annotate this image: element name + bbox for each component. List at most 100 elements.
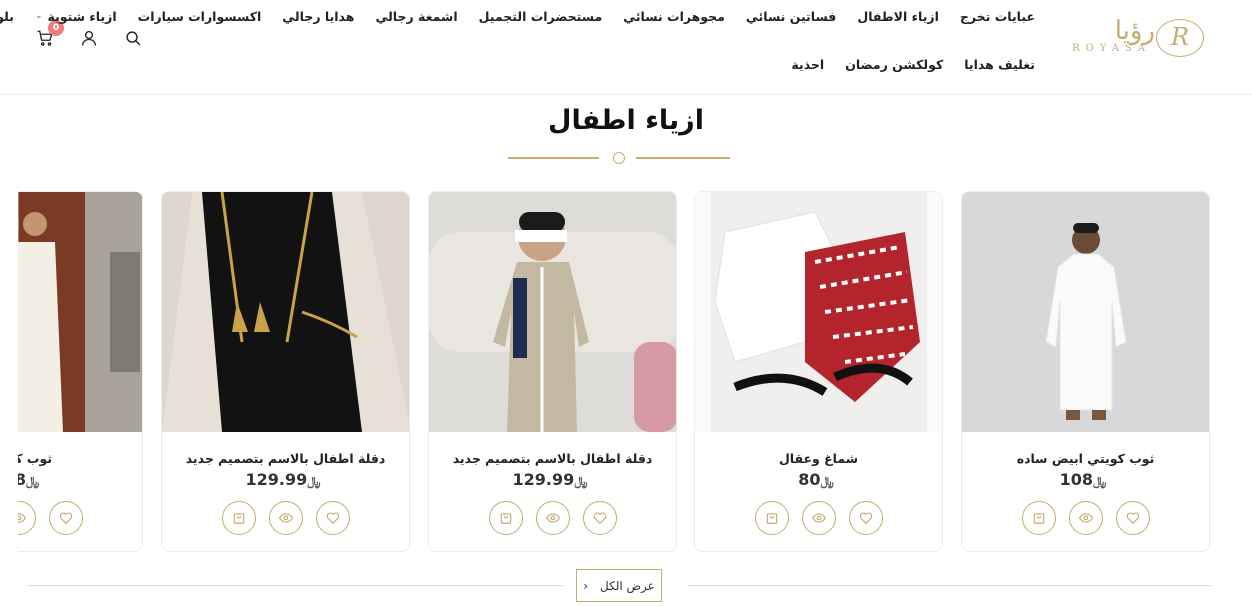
divider-line-right bbox=[636, 157, 730, 159]
product-card[interactable]: ثوب كويتي ابيض ساده 108﷼ bbox=[961, 191, 1210, 552]
wishlist-button[interactable] bbox=[315, 501, 350, 535]
product-price: 129.99﷼ bbox=[429, 470, 676, 489]
divider-line-left bbox=[508, 157, 599, 159]
view-all-line-left bbox=[27, 585, 563, 586]
nav-row-2: تغليف هدايا كولكشن رمضان احذية bbox=[175, 54, 1035, 74]
quick-view-button[interactable] bbox=[18, 501, 36, 535]
wishlist-button[interactable] bbox=[582, 501, 617, 535]
currency-icon: ﷼ bbox=[1093, 474, 1107, 488]
heart-icon bbox=[326, 512, 339, 525]
product-image[interactable] bbox=[18, 192, 142, 432]
price-value: 108 bbox=[18, 470, 26, 489]
product-name[interactable]: دقلة اطفال بالاسم بتصميم جديد bbox=[429, 451, 676, 466]
search-icon bbox=[125, 30, 140, 45]
currency-icon: ﷼ bbox=[26, 474, 40, 488]
price-value: 108 bbox=[1059, 470, 1094, 489]
quick-view-button[interactable] bbox=[535, 501, 570, 535]
product-image[interactable] bbox=[429, 192, 676, 432]
add-to-cart-button[interactable] bbox=[1021, 501, 1056, 535]
nav-item-kids-fashion[interactable]: ازياء الاطفال bbox=[857, 9, 939, 24]
chevron-right-icon: › bbox=[583, 578, 588, 593]
price-value: 80 bbox=[798, 470, 821, 489]
wishlist-button[interactable] bbox=[48, 501, 83, 535]
product-price: 129.99﷼ bbox=[162, 470, 409, 489]
product-card[interactable]: دقلة اطفال بالاسم بتصميم جديد 129.99﷼ bbox=[428, 191, 677, 552]
nav-item-shoes[interactable]: احذية bbox=[791, 57, 824, 72]
product-actions bbox=[162, 501, 409, 535]
page: 0 عبايات تخرج ازياء الاطفال فساتين نسائي… bbox=[0, 0, 1252, 607]
eye-icon bbox=[811, 513, 826, 523]
account-button[interactable] bbox=[79, 28, 99, 48]
heart-icon bbox=[1126, 512, 1139, 525]
currency-icon: ﷼ bbox=[307, 474, 321, 488]
title-divider bbox=[508, 151, 730, 165]
nav-item-women-dresses[interactable]: فساتين نسائي bbox=[746, 9, 836, 24]
chevron-down-icon: ⌄ bbox=[34, 11, 43, 21]
product-card[interactable]: ثوب كويتي 108﷼ bbox=[18, 191, 143, 552]
cart-button[interactable]: 0 bbox=[35, 20, 64, 48]
product-carousel: ثوب كويتي ابيض ساده 108﷼ شماغ وعقال 80﷼ … bbox=[18, 191, 1218, 553]
currency-icon: ﷼ bbox=[574, 474, 588, 488]
header-icons: 0 bbox=[35, 20, 143, 48]
product-name[interactable]: ثوب كويتي ابيض ساده bbox=[962, 451, 1209, 466]
bag-icon bbox=[233, 513, 244, 524]
product-image[interactable] bbox=[162, 192, 409, 432]
logo-arabic-text: رؤيا bbox=[1114, 16, 1155, 46]
quick-view-button[interactable] bbox=[268, 501, 303, 535]
add-to-cart-button[interactable] bbox=[754, 501, 789, 535]
product-image[interactable] bbox=[962, 192, 1209, 432]
quick-view-button[interactable] bbox=[801, 501, 836, 535]
view-all-label: عرض الكل bbox=[600, 578, 655, 593]
price-value: 129.99 bbox=[245, 470, 308, 489]
product-image[interactable] bbox=[695, 192, 942, 432]
nav-item-pullovers[interactable]: بلوفرات bbox=[0, 9, 14, 24]
product-name[interactable]: ثوب كويتي bbox=[18, 451, 142, 466]
product-price: 80﷼ bbox=[695, 470, 942, 489]
eye-icon bbox=[545, 513, 560, 523]
product-name[interactable]: شماغ وعقال bbox=[695, 451, 942, 466]
eye-icon bbox=[278, 513, 293, 523]
nav-item-graduation-abayas[interactable]: عبايات تخرج bbox=[960, 9, 1035, 24]
add-to-cart-button[interactable] bbox=[488, 501, 523, 535]
divider-dot bbox=[613, 152, 625, 164]
view-all-line-right bbox=[688, 585, 1211, 586]
nav-item-men-shemaghs[interactable]: اشمغة رجالي bbox=[375, 9, 457, 24]
bag-icon bbox=[1033, 513, 1044, 524]
product-price: 108﷼ bbox=[18, 470, 142, 489]
quick-view-button[interactable] bbox=[1068, 501, 1103, 535]
product-actions bbox=[695, 501, 942, 535]
logo-latin-text: ROYASA bbox=[1072, 43, 1151, 54]
section-title: ازياء اطفال bbox=[548, 105, 704, 136]
price-value: 129.99 bbox=[512, 470, 575, 489]
user-icon bbox=[81, 30, 97, 46]
product-actions bbox=[962, 501, 1209, 535]
nav-item-car-accessories[interactable]: اكسسوارات سيارات bbox=[138, 9, 262, 24]
currency-icon: ﷼ bbox=[820, 474, 834, 488]
wishlist-button[interactable] bbox=[1115, 501, 1150, 535]
wishlist-button[interactable] bbox=[848, 501, 883, 535]
nav-item-winter-fashion[interactable]: ازياء شتوية ⌄ bbox=[35, 9, 117, 24]
nav-item-men-gifts[interactable]: هدايا رجالي bbox=[282, 9, 354, 24]
product-price: 108﷼ bbox=[962, 470, 1209, 489]
nav-item-gift-wrapping[interactable]: تغليف هدايا bbox=[964, 57, 1035, 72]
heart-icon bbox=[859, 512, 872, 525]
eye-icon bbox=[1078, 513, 1093, 523]
heart-icon bbox=[59, 512, 72, 525]
main-nav: عبايات تخرج ازياء الاطفال فساتين نسائي م… bbox=[0, 0, 1035, 74]
add-to-cart-button[interactable] bbox=[221, 501, 256, 535]
product-actions bbox=[18, 501, 142, 535]
product-card[interactable]: شماغ وعقال 80﷼ bbox=[694, 191, 943, 552]
nav-item-women-jewelry[interactable]: مجوهرات نسائي bbox=[623, 9, 725, 24]
nav-item-winter-fashion-label: ازياء شتوية bbox=[47, 8, 117, 24]
product-name[interactable]: دقلة اطفال بالاسم بتصميم جديد bbox=[162, 451, 409, 466]
product-card[interactable]: دقلة اطفال بالاسم بتصميم جديد 129.99﷼ bbox=[161, 191, 410, 552]
heart-icon bbox=[593, 512, 606, 525]
site-header: 0 عبايات تخرج ازياء الاطفال فساتين نسائي… bbox=[0, 0, 1252, 95]
nav-item-ramadan-collection[interactable]: كولكشن رمضان bbox=[845, 57, 943, 72]
search-button[interactable] bbox=[123, 28, 143, 48]
site-logo[interactable]: رؤيا ROYASA R bbox=[1062, 16, 1207, 60]
logo-emblem: R bbox=[1156, 19, 1204, 57]
view-all-button[interactable]: › عرض الكل bbox=[576, 569, 662, 602]
bag-icon bbox=[500, 513, 511, 524]
nav-item-cosmetics[interactable]: مستحضرات التجميل bbox=[479, 9, 603, 24]
